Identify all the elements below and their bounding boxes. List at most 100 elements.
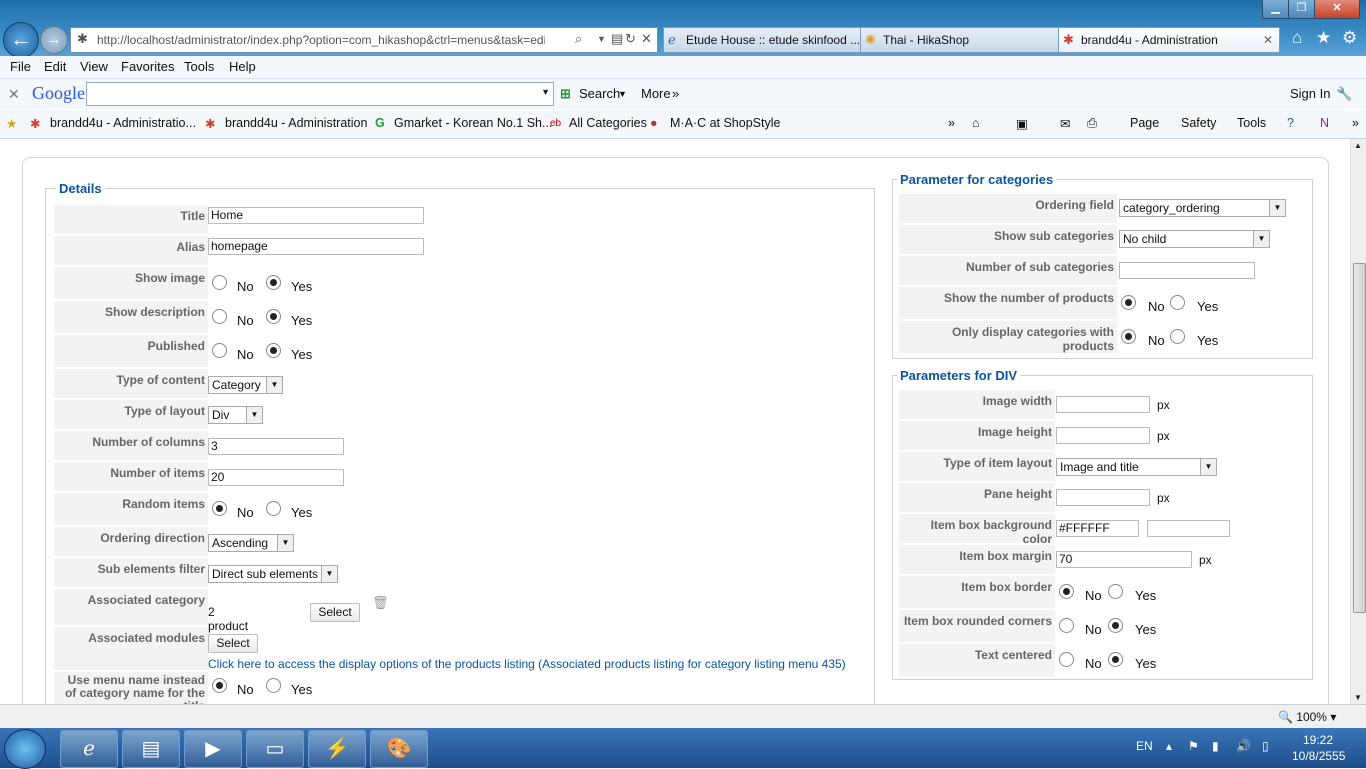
google-search-button[interactable]: Search	[579, 86, 620, 101]
favorite-link-3[interactable]: Gmarket - Korean No.1 Sh...	[394, 116, 552, 130]
show-number-yes-radio[interactable]	[1170, 295, 1185, 310]
back-button[interactable]: ←	[3, 22, 39, 58]
computer-taskbar-button[interactable]: ▭	[246, 730, 304, 768]
number-of-items-input[interactable]: 20	[208, 469, 344, 486]
favorite-link-4[interactable]: All Categories	[569, 116, 647, 130]
ie-taskbar-button[interactable]: ℯ	[60, 730, 118, 768]
ordering-direction-select[interactable]: Ascending ▼	[208, 534, 294, 552]
search-icon[interactable]: ⌕	[575, 31, 582, 47]
stop-icon[interactable]: ✕	[641, 31, 652, 47]
close-window-button[interactable]: ✕	[1314, 0, 1360, 19]
use-menu-name-no-radio[interactable]	[212, 678, 227, 693]
page-menu[interactable]: Page	[1130, 116, 1159, 130]
text-centered-yes-radio[interactable]	[1108, 652, 1123, 667]
zoom-level[interactable]: 🔍 100% ▾	[1278, 710, 1336, 724]
start-button[interactable]	[4, 729, 46, 769]
number-of-sub-categories-input[interactable]	[1119, 262, 1255, 279]
chevron-icon[interactable]: »	[1352, 116, 1359, 130]
print-icon[interactable]: ⎙	[1087, 116, 1097, 131]
chevron-icon[interactable]: »	[948, 116, 955, 130]
type-of-content-select[interactable]: Category ▼	[208, 376, 283, 394]
display-options-link[interactable]: Click here to access the display options…	[208, 657, 846, 671]
google-search-input[interactable]: ▼	[86, 82, 554, 106]
show-description-no-radio[interactable]	[212, 309, 227, 324]
dropdown-arrow-icon[interactable]: ▼	[597, 34, 606, 44]
sub-elements-filter-select[interactable]: Direct sub elements ▼	[208, 565, 338, 583]
wrench-icon[interactable]: 🔧	[1336, 86, 1352, 102]
menu-edit[interactable]: Edit	[44, 59, 66, 74]
close-tab-icon[interactable]: ✕	[1263, 28, 1273, 52]
mail-icon[interactable]: ✉	[1060, 116, 1070, 131]
address-bar[interactable]: ✱ http://localhost/administrator/index.p…	[70, 27, 658, 53]
type-of-item-layout-select[interactable]: Image and title ▼	[1056, 458, 1217, 476]
pane-height-input[interactable]	[1056, 489, 1150, 506]
menu-favorites[interactable]: Favorites	[121, 59, 174, 74]
dropdown-arrow-icon[interactable]: ▼	[321, 566, 337, 582]
image-width-input[interactable]	[1056, 396, 1150, 413]
address-url[interactable]: http://localhost/administrator/index.php…	[97, 33, 545, 47]
tab-thai-hikashop[interactable]: ✺ Thai - HikaShop	[860, 27, 1079, 53]
favorite-link-5[interactable]: M·A·C at ShopStyle	[670, 116, 780, 130]
menu-help[interactable]: Help	[229, 59, 256, 74]
item-box-border-yes-radio[interactable]	[1108, 584, 1123, 599]
item-box-margin-input[interactable]: 70	[1056, 551, 1192, 568]
forward-button[interactable]: →	[40, 26, 68, 54]
random-items-no-radio[interactable]	[212, 501, 227, 516]
favorite-link-2[interactable]: brandd4u - Administration	[225, 116, 367, 130]
title-input[interactable]: Home	[208, 207, 424, 224]
menu-tools[interactable]: Tools	[184, 59, 214, 74]
battery-icon[interactable]: ▯	[1262, 739, 1269, 753]
dropdown-arrow-icon[interactable]: ▼	[277, 535, 293, 551]
only-display-no-radio[interactable]	[1121, 329, 1136, 344]
ordering-field-select[interactable]: category_ordering ▼	[1119, 199, 1286, 217]
app-taskbar-button[interactable]: ⚡	[308, 730, 366, 768]
refresh-icon[interactable]: ↻	[625, 31, 636, 47]
compatibility-view-icon[interactable]: ▤	[611, 31, 623, 47]
scroll-up-arrow-icon[interactable]: ▲	[1354, 141, 1362, 150]
home-icon[interactable]: ⌂	[972, 116, 980, 130]
dropdown-arrow-icon[interactable]: ▼	[246, 407, 262, 423]
more-button[interactable]: More	[641, 86, 671, 101]
favorites-star-icon[interactable]: ★	[1316, 28, 1331, 48]
clock-time[interactable]: 19:22	[1303, 733, 1333, 747]
associated-category-select-button[interactable]: Select	[310, 603, 360, 622]
show-image-yes-radio[interactable]	[266, 275, 281, 290]
tools-menu[interactable]: Tools	[1237, 116, 1266, 130]
dropdown-arrow-icon[interactable]: ▼	[1269, 200, 1285, 216]
item-box-bg-input[interactable]: #FFFFFF	[1056, 520, 1139, 537]
tab-brandd4u-administration[interactable]: ✱ brandd4u - Administration ✕	[1058, 27, 1280, 53]
explorer-taskbar-button[interactable]: ▤	[122, 730, 180, 768]
only-display-yes-radio[interactable]	[1170, 329, 1185, 344]
sign-in-button[interactable]: Sign In	[1290, 86, 1330, 101]
associated-modules-select-button[interactable]: Select	[208, 634, 258, 653]
dropdown-arrow-icon[interactable]: ▼	[266, 377, 282, 393]
alias-input[interactable]: homepage	[208, 238, 424, 255]
text-centered-no-radio[interactable]	[1059, 652, 1074, 667]
media-player-taskbar-button[interactable]: ▶	[184, 730, 242, 768]
language-indicator[interactable]: EN	[1136, 739, 1153, 753]
show-hidden-icons-icon[interactable]: ▴	[1166, 739, 1172, 753]
help-icon[interactable]: ?	[1287, 116, 1294, 130]
published-no-radio[interactable]	[212, 343, 227, 358]
show-description-yes-radio[interactable]	[266, 309, 281, 324]
number-of-columns-input[interactable]: 3	[208, 438, 344, 455]
dropdown-arrow-icon[interactable]: ▼	[541, 87, 550, 97]
show-image-no-radio[interactable]	[212, 275, 227, 290]
scroll-down-arrow-icon[interactable]: ▼	[1354, 693, 1362, 702]
item-box-border-no-radio[interactable]	[1059, 584, 1074, 599]
vertical-scrollbar[interactable]: ▲ ▼	[1350, 139, 1366, 704]
menu-file[interactable]: File	[10, 59, 31, 74]
dropdown-arrow-icon[interactable]: ▼	[1200, 459, 1216, 475]
tools-gear-icon[interactable]: ⚙	[1342, 28, 1357, 48]
trash-icon[interactable]: 🗑	[372, 595, 389, 611]
onenote-icon[interactable]: N	[1320, 116, 1329, 130]
dropdown-arrow-icon[interactable]: ▼	[1253, 231, 1269, 247]
dropdown-arrow-icon[interactable]: ▼	[618, 89, 627, 99]
volume-icon[interactable]: 🔊	[1236, 739, 1251, 753]
scrollbar-thumb[interactable]	[1353, 263, 1366, 613]
safety-menu[interactable]: Safety	[1181, 116, 1216, 130]
favorites-star-icon[interactable]: ★	[6, 116, 17, 131]
show-number-no-radio[interactable]	[1121, 295, 1136, 310]
item-box-bg-color-preview[interactable]	[1147, 520, 1230, 537]
close-toolbar-icon[interactable]: ✕	[8, 86, 20, 103]
